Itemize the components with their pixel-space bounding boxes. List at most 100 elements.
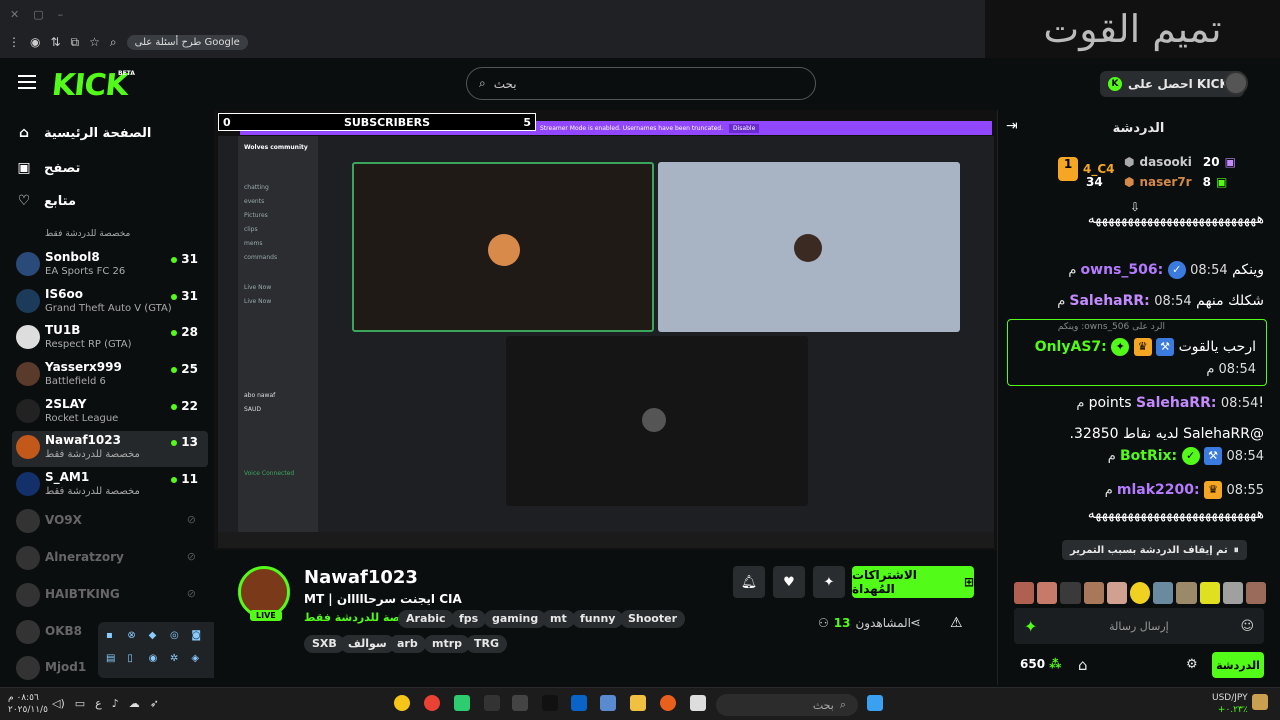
chat-username[interactable]: SalehaRR: xyxy=(1069,293,1149,309)
chat-username[interactable]: BotRix: xyxy=(1120,448,1177,464)
mic-icon[interactable]: ♪ xyxy=(112,697,119,710)
chat-paused-banner[interactable]: تم إيقاف الدردشة بسبب التمرير ⏸ xyxy=(1062,540,1247,560)
reply-context[interactable]: الرد على owns_506: وينكم xyxy=(1015,322,1165,332)
volume-icon[interactable]: ◁) xyxy=(52,697,65,710)
user-avatar[interactable] xyxy=(1224,71,1248,95)
tab-search-icon[interactable]: ⇅ xyxy=(50,35,60,49)
emote[interactable] xyxy=(1153,582,1174,604)
follow-button[interactable]: ♥ xyxy=(773,566,805,598)
chat-username[interactable]: mlak2200: xyxy=(1117,482,1200,498)
store-icon[interactable]: ⌂ xyxy=(1078,656,1088,674)
profile-icon[interactable]: ◉ xyxy=(30,35,40,49)
chat-username[interactable]: OnlyAS7: xyxy=(1035,339,1107,355)
channel-item-alneratzory[interactable]: Alneratzory ⊘ xyxy=(12,542,208,578)
settings-icon[interactable]: ⚙ xyxy=(1186,657,1198,672)
tiktok-icon[interactable] xyxy=(542,695,558,711)
more-icon[interactable]: ⋮ xyxy=(8,35,20,49)
language-icon[interactable]: ع xyxy=(95,697,102,710)
windows-start-icon[interactable] xyxy=(867,695,883,711)
channel-name[interactable]: Nawaf1023 xyxy=(304,567,418,588)
app-icon[interactable]: ◎ xyxy=(170,630,185,647)
app-icon[interactable]: ▯ xyxy=(127,653,142,670)
emoji-icon[interactable]: ☺ xyxy=(1240,619,1254,634)
nav-home[interactable]: ⌂ الصفحة الرئيسية xyxy=(16,125,151,141)
emote[interactable] xyxy=(1199,582,1220,604)
menu-icon[interactable] xyxy=(18,75,36,89)
extensions-icon[interactable]: ⧉ xyxy=(71,35,80,50)
chat-input[interactable]: ✦ إرسال رسالة ☺ xyxy=(1014,608,1264,644)
emote[interactable] xyxy=(1129,582,1151,604)
lens-icon[interactable]: ⌕ xyxy=(110,35,117,50)
chat-send-button[interactable]: الدردشة xyxy=(1212,652,1264,678)
network-icon[interactable]: ▭ xyxy=(75,697,85,710)
nav-browse[interactable]: ▣ تصفح xyxy=(16,160,80,176)
bookmark-star-icon[interactable]: ☆ xyxy=(89,35,100,49)
tag[interactable]: Shooter xyxy=(620,610,686,628)
emote[interactable] xyxy=(1037,582,1058,604)
app-icon[interactable]: ◈ xyxy=(191,653,206,670)
tag[interactable]: gaming xyxy=(484,610,547,628)
app-icon[interactable] xyxy=(512,695,528,711)
collapse-chat-icon[interactable]: ⇥ xyxy=(1006,118,1018,134)
app-icon[interactable] xyxy=(394,695,410,711)
emote[interactable] xyxy=(1222,582,1243,604)
channel-item-vo9x[interactable]: VO9X ⊘ xyxy=(12,505,208,541)
emote[interactable] xyxy=(1014,582,1035,604)
notification-bell-button[interactable]: 🔔︎ xyxy=(733,566,765,598)
emote[interactable] xyxy=(1060,582,1081,604)
app-icon[interactable]: ◆ xyxy=(149,630,164,647)
chat-username[interactable]: owns_506: xyxy=(1081,262,1164,278)
tag[interactable]: سوالف xyxy=(340,635,395,653)
emote[interactable] xyxy=(1245,582,1267,604)
maximize-icon[interactable]: ▢ xyxy=(33,8,43,21)
disable-button[interactable]: Disable xyxy=(729,123,760,133)
channel-item-s-am1[interactable]: S_AM1 مخصصة للدردشة فقط 11 xyxy=(12,468,208,504)
channel-item-is6oo[interactable]: IS6oo Grand Theft Auto V (GTA) 31 xyxy=(12,285,208,321)
epic-games-icon[interactable] xyxy=(484,695,500,711)
xbox-icon[interactable]: ⊗ xyxy=(127,630,142,647)
tag[interactable]: TRG xyxy=(466,635,508,653)
nav-following[interactable]: ♡ متابع xyxy=(16,193,76,209)
taskbar-search[interactable]: بحث ⌕ xyxy=(716,694,858,716)
channel-item-haibtking[interactable]: HAIBTKING ⊘ xyxy=(12,579,208,615)
cursor-icon[interactable]: ➶ xyxy=(150,697,159,710)
tag[interactable]: mt xyxy=(542,610,575,628)
nvidia-icon[interactable]: ▪ xyxy=(106,630,121,647)
store-icon[interactable] xyxy=(600,695,616,711)
share-icon[interactable]: ⋖ xyxy=(910,616,921,631)
search-input[interactable]: ⌕ بحث xyxy=(466,67,816,100)
folder-icon[interactable] xyxy=(630,695,646,711)
app-icon[interactable] xyxy=(660,695,676,711)
emote[interactable] xyxy=(1083,582,1104,604)
outlook-icon[interactable] xyxy=(571,695,587,711)
gift-subs-button[interactable]: الاشتراكات المُهداة ⊞ xyxy=(852,566,974,598)
tag[interactable]: Arabic xyxy=(398,610,454,628)
channel-points[interactable]: 650 ⁂ xyxy=(1020,657,1061,671)
tag[interactable]: mtrp xyxy=(424,635,471,653)
tag[interactable]: SXB xyxy=(304,635,345,653)
steam-icon[interactable]: ◉ xyxy=(149,653,164,670)
get-kicks-button[interactable]: K احصل على KICKs xyxy=(1100,71,1244,97)
tag[interactable]: arb xyxy=(389,635,426,653)
emote[interactable] xyxy=(1176,582,1197,604)
discord-icon[interactable]: ◙ xyxy=(191,630,206,647)
emote[interactable] xyxy=(1106,582,1127,604)
channel-item-yasserx999[interactable]: Yasserx999 Battlefield 6 25 xyxy=(12,358,208,394)
settings-icon[interactable]: ✲ xyxy=(170,653,185,670)
minimize-icon[interactable]: – xyxy=(58,8,64,21)
clock[interactable]: ٠٨:٥٦ م ٢٠٢٥/١١/٥ xyxy=(8,692,48,716)
clip-button[interactable]: ✦ xyxy=(813,566,845,598)
channel-item-nawaf1023[interactable]: Nawaf1023 مخصصة للدردشة فقط 13 xyxy=(12,431,208,467)
google-ask-chip[interactable]: طرح أسئلة على Google xyxy=(126,34,248,50)
cloud-icon[interactable]: ☁ xyxy=(129,697,140,710)
channel-item-2slay[interactable]: 2SLAY Rocket League 22 xyxy=(12,395,208,431)
tag[interactable]: fps xyxy=(451,610,487,628)
app-icon[interactable]: ▤ xyxy=(106,653,121,670)
channel-item-sonbol8[interactable]: Sonbol8 EA Sports FC 26 31 xyxy=(12,248,208,284)
chrome-icon[interactable] xyxy=(424,695,440,711)
task-view-icon[interactable] xyxy=(690,695,706,711)
report-icon[interactable]: ⚠ xyxy=(950,615,963,631)
channel-item-tu1b[interactable]: TU1B Respect RP (GTA) 28 xyxy=(12,321,208,357)
fx-widget[interactable]: USD/JPY +٠.٢٣٪ xyxy=(1212,692,1248,716)
close-icon[interactable]: ✕ xyxy=(10,8,19,21)
